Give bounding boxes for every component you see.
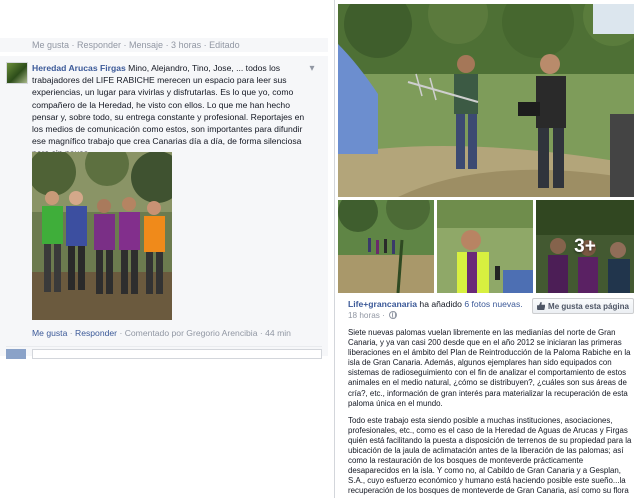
commenter-avatar[interactable]	[6, 62, 28, 84]
post-thumbnail-1[interactable]	[338, 200, 434, 293]
post-text: Siete nuevas palomas vuelan libremente e…	[348, 328, 632, 498]
reply-input[interactable]	[32, 349, 322, 359]
commented-by: Comentado por Gregorio Arencibia	[124, 328, 258, 338]
post-action-text: ha añadido	[419, 299, 462, 309]
comment-author[interactable]: Heredad Arucas Firgas	[32, 63, 126, 73]
post-main-photo[interactable]	[338, 4, 634, 197]
comment-text: Mino, Alejandro, Tino, Jose, ... todos l…	[32, 63, 305, 158]
new-photos-link[interactable]: 6 fotos nuevas.	[464, 299, 522, 309]
comment-reply-link[interactable]: Responder	[75, 328, 117, 338]
globe-icon	[389, 311, 398, 319]
page-name-link[interactable]: Life+grancanaria	[348, 299, 417, 309]
post-paragraph-1: Siete nuevas palomas vuelan libremente e…	[348, 328, 631, 408]
like-page-label: Me gusta esta página	[548, 301, 629, 311]
post-header: Life+grancanaria ha añadido 6 fotos nuev…	[348, 298, 538, 310]
avatar	[6, 349, 26, 359]
more-photos-badge[interactable]: 3+	[536, 200, 634, 293]
comment-actions: Me gusta · Responder · Comentado por Gre…	[32, 328, 291, 338]
page-post: 3+ Life+grancanaria ha añadido 6 fotos n…	[334, 0, 640, 498]
post-paragraph-2: Todo este trabajo esta siendo posible a …	[348, 415, 632, 498]
post-thumbnail-3[interactable]: 3+	[536, 200, 634, 293]
comment-photo[interactable]	[32, 152, 172, 320]
like-page-button[interactable]: Me gusta esta página	[532, 298, 634, 314]
comment-time[interactable]: 44 min	[265, 328, 291, 338]
thumbs-up-icon	[537, 302, 546, 310]
post-timestamp[interactable]: 18 horas ·	[348, 311, 398, 320]
comment-like-link[interactable]: Me gusta	[32, 328, 67, 338]
comment-body: Heredad Arucas Firgas Mino, Alejandro, T…	[32, 62, 314, 160]
reply-composer	[6, 346, 322, 359]
previous-comment-actions: Me gusta · Responder · Mensaje · 3 horas…	[0, 38, 328, 52]
post-time-text: 18 horas ·	[348, 311, 385, 320]
comment: ▾ Heredad Arucas Firgas Mino, Alejandro,…	[0, 56, 328, 359]
post-thumbnail-2[interactable]	[437, 200, 533, 293]
